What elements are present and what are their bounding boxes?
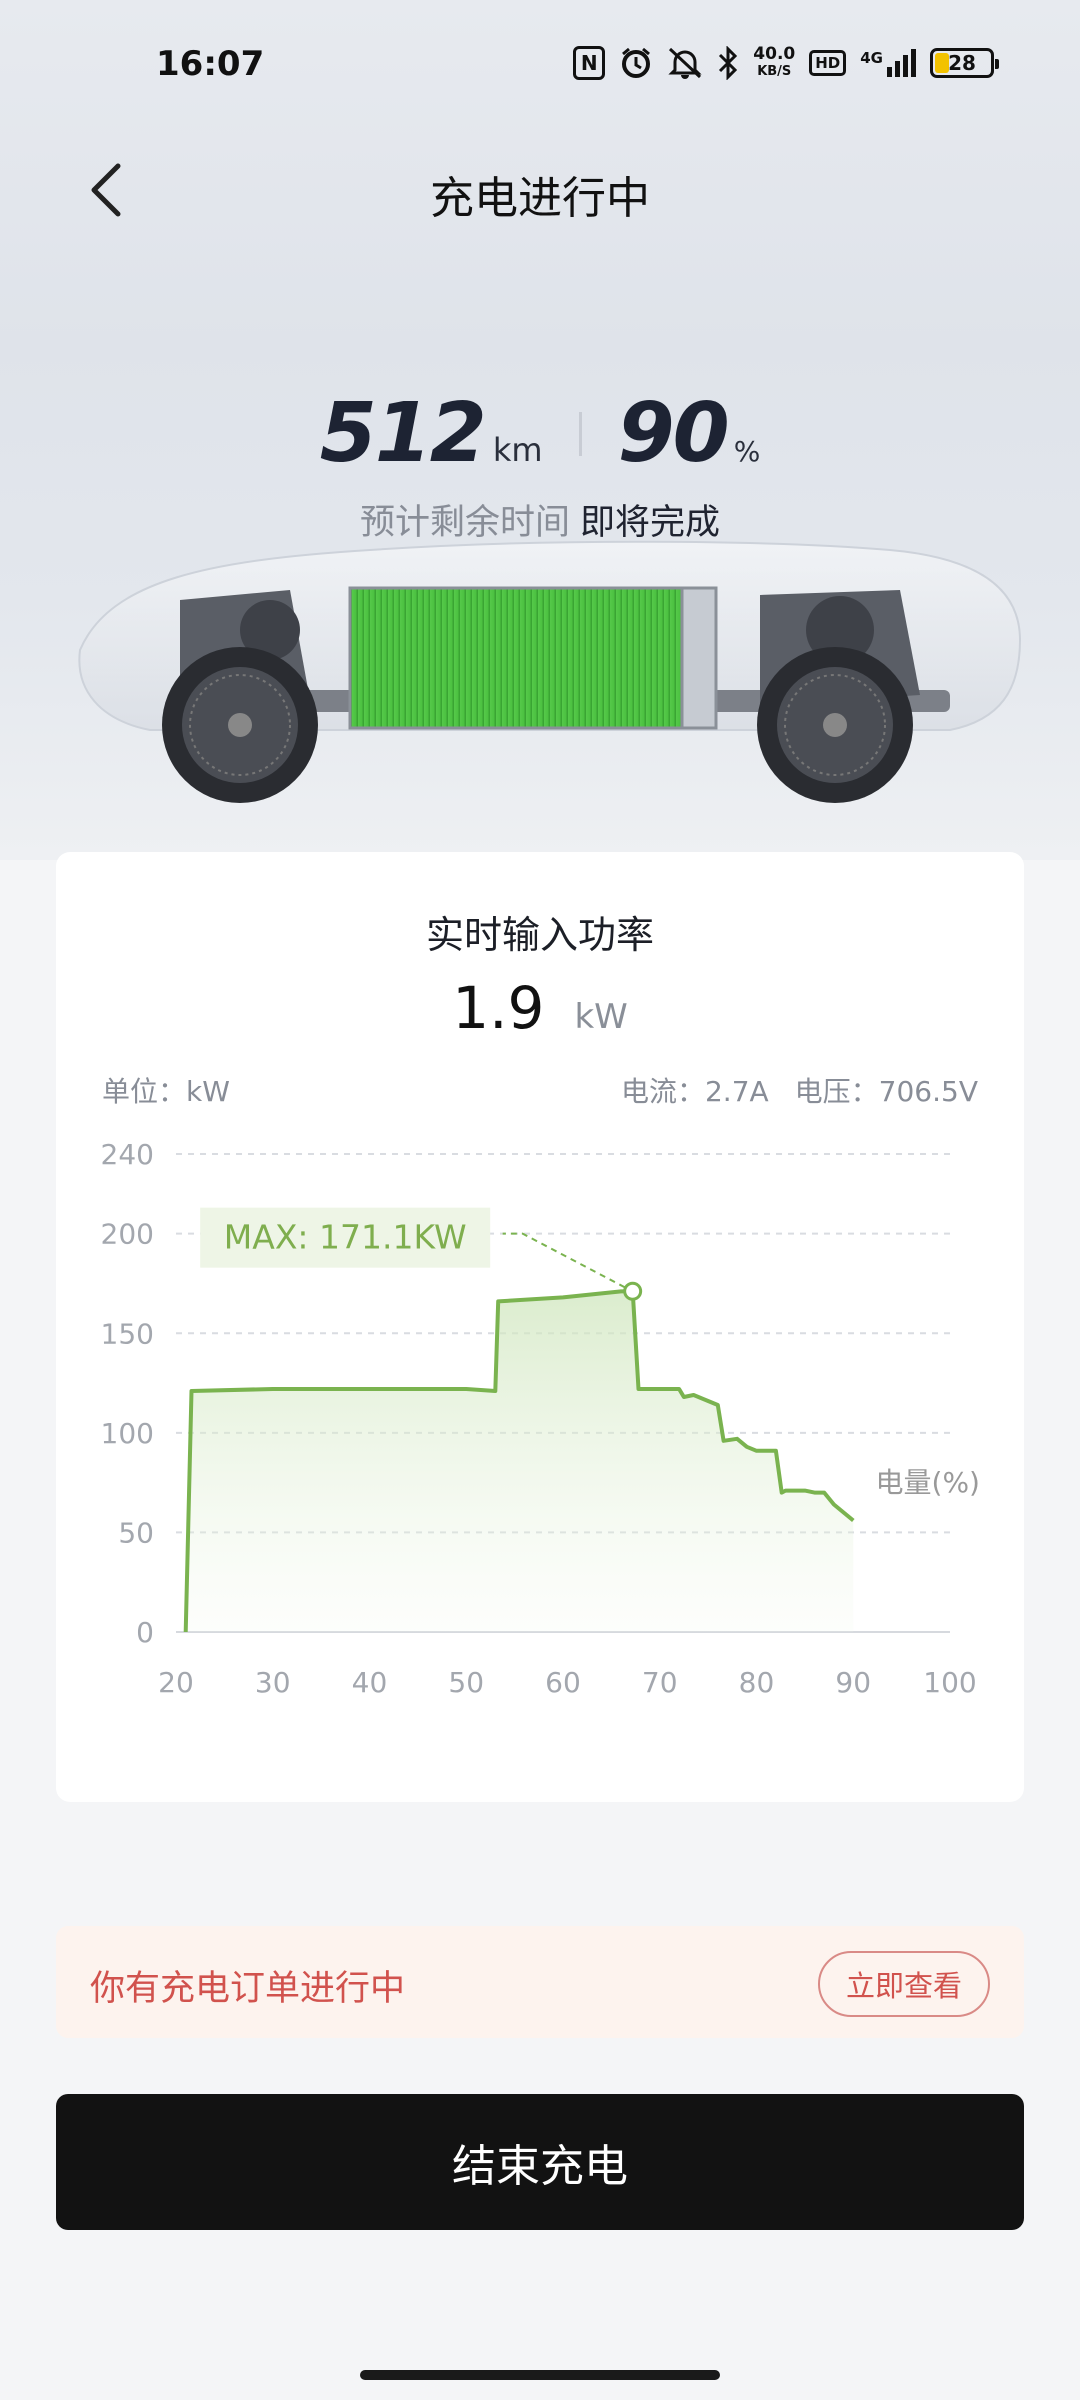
power-card-title: 实时输入功率: [425, 913, 654, 957]
y-tick-label: 50: [118, 1516, 154, 1549]
order-banner-text: 你有充电订单进行中: [90, 1969, 406, 2009]
x-tick-label: 20: [158, 1666, 194, 1699]
power-readout: 1.9 kW: [56, 974, 1024, 1042]
status-icons: N 40.0 KB/S HD 4G 28: [573, 46, 999, 80]
status-time: 16:07: [156, 44, 265, 84]
power-card: 实时输入功率 1.9 kW 单位：kW 电流：2.7A 电压：706.5V 0 50 1…: [56, 852, 1024, 1802]
stats-divider: [578, 411, 582, 456]
network-speed-unit: KB/S: [757, 64, 792, 79]
x-tick-label: 50: [448, 1666, 484, 1699]
x-axis-label: 电量(%): [876, 1466, 980, 1499]
power-area: [185, 1291, 854, 1632]
y-tick-label: 100: [101, 1417, 154, 1450]
power-value: 1.9: [452, 974, 545, 1042]
x-tick-label: 70: [642, 1666, 678, 1699]
car-chassis-illustration: [78, 540, 1022, 803]
battery-icon: 28: [930, 48, 999, 78]
view-order-button[interactable]: 立即查看: [818, 1951, 990, 2017]
page-title: 充电进行中: [430, 173, 650, 224]
range-value: 512: [319, 386, 487, 481]
x-tick-label: 80: [739, 1666, 775, 1699]
status-bar: 16:07 N 40.0 KB/S HD 4G 28: [0, 0, 1080, 130]
bluetooth-icon: [717, 46, 739, 80]
soc-value: 90: [617, 386, 730, 481]
battery-level: 28: [948, 51, 976, 75]
rear-wheel: [757, 647, 913, 803]
hd-badge: HD: [809, 50, 847, 76]
x-tick-label: 100: [923, 1666, 976, 1699]
soc-unit: %: [733, 435, 761, 468]
network-speed: 40.0 KB/S: [753, 46, 795, 80]
x-tick-label: 30: [255, 1666, 291, 1699]
x-tick-label: 40: [352, 1666, 388, 1699]
power-chart: 0 50 100 150 200 240 20 30 40 50 60 70 80 90 100 MAX:…: [101, 1138, 980, 1699]
y-tick-label: 200: [101, 1218, 154, 1251]
home-indicator[interactable]: [360, 2370, 720, 2380]
range-unit: km: [492, 431, 543, 469]
max-label: MAX: 171.1KW: [224, 1218, 467, 1257]
front-wheel: [162, 647, 318, 803]
y-tick-label: 150: [101, 1317, 154, 1350]
charge-stats: 512 km 90 %: [0, 386, 1080, 481]
mute-icon: [667, 46, 703, 80]
x-tick-label: 90: [835, 1666, 871, 1699]
end-charging-button[interactable]: 结束充电: [56, 2094, 1024, 2230]
max-point: [623, 1281, 643, 1301]
max-leader-line: [502, 1232, 626, 1289]
x-tick-label: 60: [545, 1666, 581, 1699]
signal-icon: 4G: [860, 49, 916, 77]
network-type: 4G: [860, 49, 883, 67]
nfc-icon: N: [573, 46, 606, 80]
order-banner: 你有充电订单进行中 立即查看: [56, 1926, 1024, 2038]
network-speed-value: 40.0: [753, 44, 796, 64]
alarm-icon: [619, 46, 653, 80]
y-tick-label: 240: [101, 1138, 154, 1171]
y-tick-label: 0: [136, 1616, 154, 1649]
power-unit: kW: [574, 997, 628, 1037]
